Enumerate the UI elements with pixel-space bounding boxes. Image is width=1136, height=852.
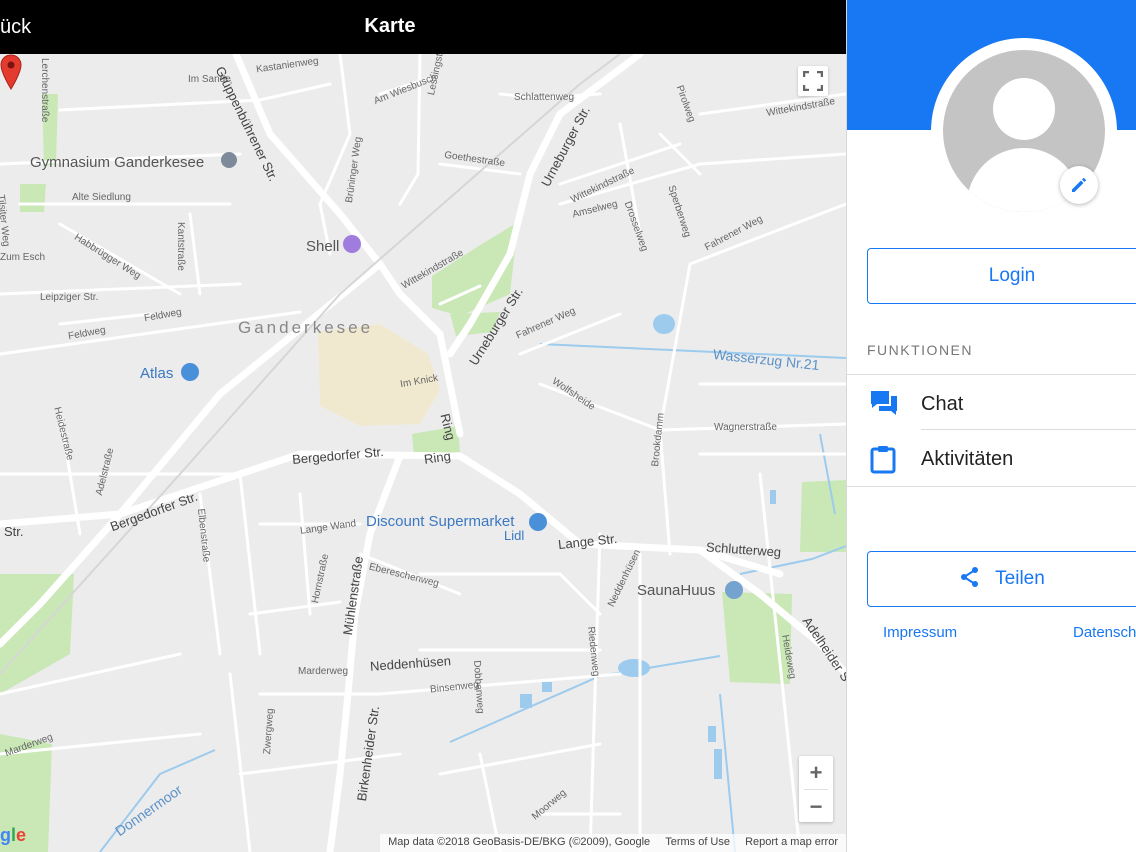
divider	[847, 486, 1136, 487]
divider	[921, 429, 1136, 430]
share-button[interactable]: Teilen	[867, 551, 1136, 607]
street-label: Lerchenstraße	[39, 58, 50, 123]
navigation-bar: ück Karte	[0, 0, 846, 54]
poi-label-shell[interactable]: Shell	[306, 238, 339, 255]
clipboard-icon	[870, 446, 896, 474]
poi-label-saunahuus[interactable]: SaunaHuus	[637, 582, 715, 599]
zoom-control: + −	[799, 756, 833, 822]
section-title: FUNKTIONEN	[867, 342, 973, 358]
poi-label-lidl[interactable]: Lidl	[504, 528, 524, 543]
street-label: Alte Siedlung	[72, 192, 131, 203]
street-label: Zum Esch	[0, 252, 46, 263]
street-label: Schlattenweg	[514, 92, 575, 103]
google-logo: gle	[0, 825, 27, 845]
app-screen: ück Karte Gymnasium Ganderkesee Shell At…	[0, 0, 1136, 852]
poi-label-atlas[interactable]: Atlas	[140, 365, 173, 382]
menu-item-label: Chat	[921, 393, 964, 415]
datenschutz-link[interactable]: Datensch	[1073, 624, 1136, 641]
zoom-in-button[interactable]: +	[799, 756, 833, 789]
poi-label-discount-supermarket[interactable]: Discount Supermarket	[366, 513, 514, 530]
street-label: Wagnerstraße	[714, 422, 777, 433]
menu-item-label: Aktivitäten	[921, 448, 1014, 470]
menu-item-aktivitaeten[interactable]: Aktivitäten	[847, 431, 1136, 485]
edit-avatar-button[interactable]	[1060, 166, 1098, 204]
attribution-data: Map data ©2018 GeoBasis-DE/BKG (©2009), …	[388, 836, 651, 848]
menu-item-chat[interactable]: Chat	[847, 376, 1136, 430]
login-button[interactable]: Login	[867, 248, 1136, 304]
pencil-icon	[1072, 178, 1086, 192]
street-label: Kantstraße	[175, 222, 186, 271]
terms-link[interactable]: Terms of Use	[665, 836, 730, 848]
map-view[interactable]: Gymnasium Ganderkesee Shell Atlas Discou…	[0, 54, 846, 852]
divider	[847, 374, 1136, 375]
map-attribution: Map data ©2018 GeoBasis-DE/BKG (©2009), …	[380, 834, 846, 852]
zoom-out-button[interactable]: −	[799, 790, 833, 823]
street-label: Str.	[4, 524, 24, 539]
fullscreen-button[interactable]	[798, 66, 828, 96]
impressum-link[interactable]: Impressum	[883, 624, 957, 641]
town-label: Ganderkesee	[238, 318, 374, 337]
location-marker-icon[interactable]	[0, 54, 22, 90]
poi-label-gymnasium[interactable]: Gymnasium Ganderkesee	[30, 154, 204, 171]
avatar-head-shape	[993, 78, 1055, 140]
street-label: Leipziger Str.	[40, 292, 99, 303]
share-icon	[961, 566, 979, 587]
share-label: Teilen	[995, 568, 1045, 589]
chat-icon	[871, 391, 897, 415]
fullscreen-icon	[803, 71, 823, 91]
street-label: Marderweg	[298, 666, 349, 677]
report-error-link[interactable]: Report a map error	[745, 836, 838, 848]
side-panel: Login FUNKTIONEN Chat Aktivitäten Teilen…	[846, 0, 1136, 852]
page-title: Karte	[364, 15, 416, 37]
